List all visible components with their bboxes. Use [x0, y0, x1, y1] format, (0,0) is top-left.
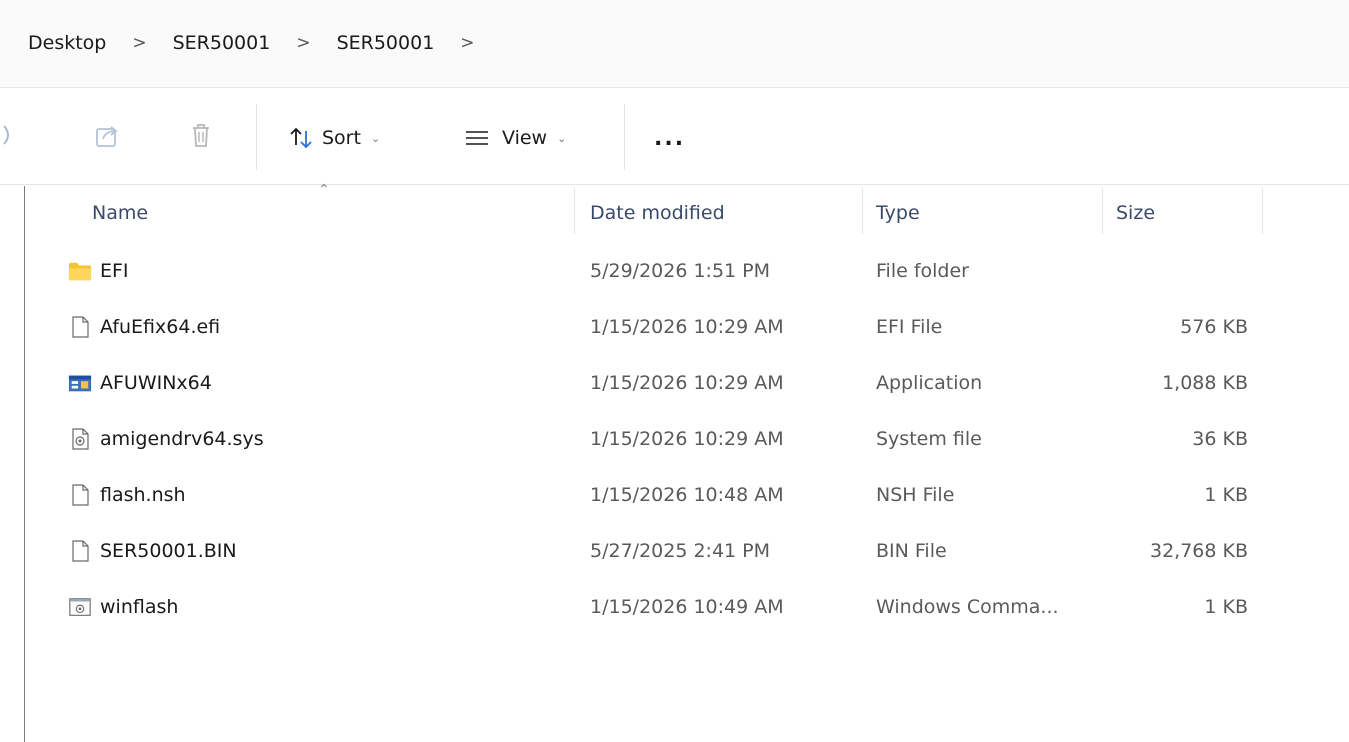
column-header-date-modified[interactable]: Date modified: [590, 196, 725, 230]
chevron-right-icon[interactable]: >: [132, 33, 146, 53]
view-button[interactable]: View ⌄: [464, 118, 566, 158]
file-name: AFUWINx64: [100, 372, 212, 394]
file-size: 1 KB: [1204, 596, 1248, 618]
file-date: 1/15/2026 10:48 AM: [590, 484, 784, 506]
breadcrumb-item-desktop[interactable]: Desktop: [26, 32, 108, 54]
rename-icon[interactable]: [0, 120, 30, 150]
file-icon: [68, 315, 92, 339]
share-icon[interactable]: [92, 120, 122, 150]
application-icon: [68, 371, 92, 395]
column-header-name[interactable]: Name: [92, 196, 148, 230]
column-divider[interactable]: [1102, 188, 1103, 234]
file-icon: [68, 539, 92, 563]
address-bar[interactable]: Desktop > SER50001 > SER50001 >: [0, 0, 1349, 88]
file-size: 32,768 KB: [1149, 540, 1248, 562]
file-name: winflash: [100, 596, 179, 618]
column-header-type[interactable]: Type: [876, 196, 920, 230]
file-row[interactable]: AfuEfix64.efi 1/15/2026 10:29 AM EFI Fil…: [24, 299, 1264, 355]
sort-ascending-icon: ⌃: [318, 182, 330, 198]
column-divider[interactable]: [574, 188, 575, 234]
file-row[interactable]: EFI 5/29/2026 1:51 PM File folder: [24, 243, 1264, 299]
file-icon: [68, 483, 92, 507]
breadcrumb: Desktop > SER50001 > SER50001 >: [26, 26, 475, 60]
file-row[interactable]: AFUWINx64 1/15/2026 10:29 AM Application…: [24, 355, 1264, 411]
folder-icon: [68, 259, 92, 283]
file-type: NSH File: [876, 484, 955, 506]
file-row[interactable]: winflash 1/15/2026 10:49 AM Windows Comm…: [24, 579, 1264, 635]
file-name: SER50001.BIN: [100, 540, 237, 562]
chevron-down-icon: ⌄: [557, 131, 567, 145]
file-date: 5/27/2025 2:41 PM: [590, 540, 771, 562]
chevron-down-icon: ⌄: [370, 131, 381, 145]
chevron-right-icon[interactable]: >: [460, 33, 474, 53]
system-file-icon: [68, 427, 92, 451]
file-type: EFI File: [876, 316, 943, 338]
sort-button[interactable]: Sort ⌄: [288, 118, 380, 158]
view-icon: [464, 128, 490, 148]
file-type: System file: [876, 428, 982, 450]
file-name: flash.nsh: [100, 484, 186, 506]
file-row[interactable]: SER50001.BIN 5/27/2025 2:41 PM BIN File …: [24, 523, 1264, 579]
file-date: 1/15/2026 10:29 AM: [590, 428, 784, 450]
file-name: AfuEfix64.efi: [100, 316, 221, 338]
file-date: 1/15/2026 10:49 AM: [590, 596, 784, 618]
file-type: Windows Comma...: [876, 596, 1059, 618]
file-type: File folder: [876, 260, 969, 282]
toolbar-divider: [624, 104, 625, 170]
file-size: 576 KB: [1180, 316, 1248, 338]
file-row[interactable]: flash.nsh 1/15/2026 10:48 AM NSH File 1 …: [24, 467, 1264, 523]
sort-icon: [288, 125, 314, 151]
more-options-button[interactable]: ...: [654, 118, 685, 158]
file-name: EFI: [100, 260, 129, 282]
batch-file-icon: [68, 595, 92, 619]
sort-label: Sort: [322, 127, 361, 149]
toolbar-divider: [256, 104, 257, 170]
file-date: 5/29/2026 1:51 PM: [590, 260, 771, 282]
breadcrumb-item-ser50001-current[interactable]: SER50001: [335, 32, 437, 54]
file-row[interactable]: amigendrv64.sys 1/15/2026 10:29 AM Syste…: [24, 411, 1264, 467]
file-type: Application: [876, 372, 983, 394]
chevron-right-icon[interactable]: >: [296, 33, 310, 53]
column-divider[interactable]: [862, 188, 863, 234]
column-header-size[interactable]: Size: [1116, 196, 1155, 230]
column-divider[interactable]: [1262, 188, 1263, 234]
file-date: 1/15/2026 10:29 AM: [590, 372, 784, 394]
file-size: 1,088 KB: [1162, 372, 1248, 394]
file-name: amigendrv64.sys: [100, 428, 264, 450]
file-type: BIN File: [876, 540, 947, 562]
breadcrumb-item-ser50001[interactable]: SER50001: [171, 32, 273, 54]
view-label: View: [502, 127, 548, 149]
file-size: 36 KB: [1192, 428, 1248, 450]
file-date: 1/15/2026 10:29 AM: [590, 316, 784, 338]
delete-icon[interactable]: [186, 120, 216, 150]
file-size: 1 KB: [1204, 484, 1248, 506]
